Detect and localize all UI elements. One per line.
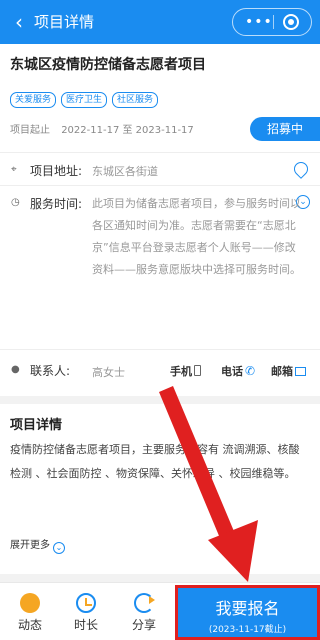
share-label: 分享 [131, 618, 156, 632]
divider [0, 349, 320, 350]
project-detail-card: 项目详情 疫情防控储备志愿者项目，主要服务内容有 流调溯源、核酸检测 、社会面防… [0, 404, 320, 574]
project-title: 东城区疫情防控储备志愿者项目 [10, 57, 206, 73]
project-dates: 项目起止 2022-11-17 至 2023-11-17 [10, 121, 194, 136]
duration-tab[interactable]: 时长 [66, 593, 106, 633]
detail-body: 疫情防控储备志愿者项目，主要服务内容有 流调溯源、核酸检测 、社会面防控 、物资… [10, 443, 300, 480]
clock-icon [76, 593, 96, 613]
address-label: 项目地址: [30, 164, 83, 178]
contact-name: 高女士 [92, 366, 125, 379]
mobile-icon [194, 365, 201, 376]
divider [0, 185, 320, 186]
signup-label: 我要报名 [215, 599, 280, 618]
email-label: 邮箱 [271, 365, 293, 378]
mobile-button[interactable]: 手机 [170, 363, 201, 379]
expand-more-button[interactable]: 展开更多 ⌄ [10, 536, 65, 554]
capsule-divider [273, 15, 274, 29]
clock-icon: ◷ [11, 197, 20, 208]
expand-label: 展开更多 [10, 540, 50, 551]
activity-tab[interactable]: 动态 [10, 593, 50, 633]
service-time-text: 此项目为储备志愿者项目，参与服务时间以各区通知时间为准。志愿者需要在“志愿北京”… [92, 197, 301, 276]
detail-title: 项目详情 [10, 418, 63, 433]
service-time-label: 服务时间: [30, 197, 83, 211]
telephone-label: 电话 [221, 365, 243, 378]
email-icon [295, 367, 306, 376]
chat-bubble-icon [20, 593, 40, 613]
activity-label: 动态 [17, 618, 42, 632]
contact-label: 联系人: [30, 364, 71, 378]
telephone-icon: ✆ [245, 364, 256, 378]
date-range: 2022-11-17 至 2023-11-17 [61, 125, 194, 136]
tag-care-service: 关爱服务 [10, 92, 57, 108]
divider [0, 152, 320, 153]
page-title: 项目详情 [34, 13, 95, 31]
telephone-button[interactable]: 电话 ✆ [221, 363, 255, 379]
chevron-down-icon: ⌄ [53, 542, 65, 554]
top-nav-bar: ‹ 项目详情 ••• [0, 0, 320, 44]
person-icon: ● [11, 364, 20, 375]
share-icon [134, 593, 155, 613]
email-button[interactable]: 邮箱 [271, 363, 306, 379]
signup-button[interactable]: 我要报名 (2023-11-17截止) [175, 585, 320, 640]
miniprogram-capsule: ••• [232, 8, 312, 36]
signup-deadline: (2023-11-17截止) [208, 625, 287, 635]
project-tags: 关爱服务 医疗卫生 社区服务 [10, 92, 159, 108]
date-label: 项目起止 [10, 125, 50, 136]
duration-label: 时长 [73, 618, 98, 632]
share-tab[interactable]: 分享 [124, 593, 164, 633]
back-arrow-icon[interactable]: ‹ [8, 10, 30, 34]
recruiting-status-badge: 招募中 [250, 117, 320, 141]
close-miniprogram-icon[interactable] [283, 14, 299, 30]
tag-medical: 医疗卫生 [61, 92, 108, 108]
address-value: 东城区各街道 [92, 165, 158, 178]
mobile-label: 手机 [170, 365, 192, 378]
more-menu-button[interactable]: ••• [245, 15, 273, 29]
location-icon: ⌖ [11, 164, 17, 175]
tag-community: 社区服务 [112, 92, 159, 108]
map-pin-icon[interactable] [291, 159, 311, 179]
